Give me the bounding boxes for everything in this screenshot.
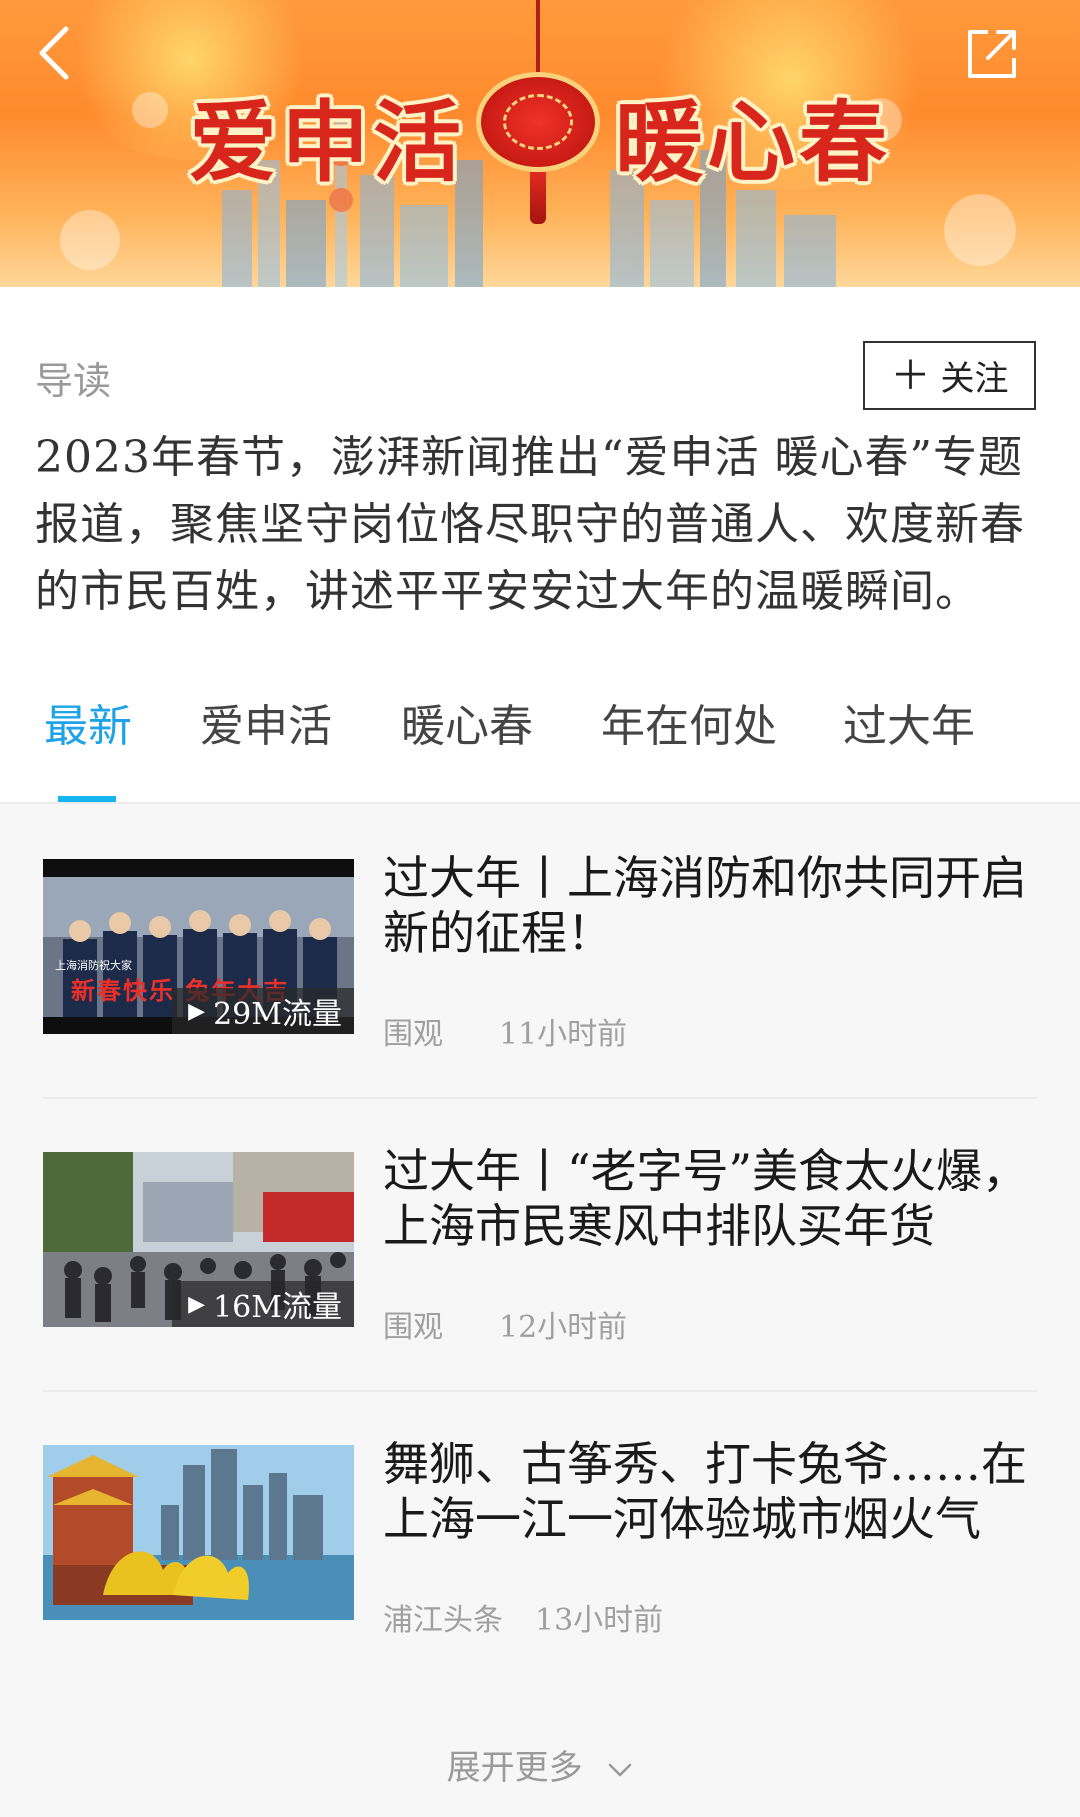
tab-nianzaihechu[interactable]: 年在何处 bbox=[601, 690, 777, 754]
list-item[interactable]: 舞狮、古筝秀、打卡兔爷……在上海一江一河体验城市烟火气 浦江头条 13小时前 bbox=[43, 1437, 1037, 1638]
plus-icon: ＋ bbox=[890, 352, 931, 399]
tab-guodanian[interactable]: 过大年 bbox=[843, 690, 975, 754]
video-thumbnail[interactable]: 上海消防祝大家 新春快乐 兔年大吉 ▶ 29M流量 bbox=[43, 859, 354, 1034]
banner-title: 爱申活 暖心春 bbox=[0, 72, 1080, 199]
list-divider bbox=[43, 1390, 1037, 1392]
play-icon: ▶ bbox=[188, 998, 206, 1024]
article-time: 12小时前 bbox=[499, 1310, 628, 1345]
video-thumbnail[interactable]: ▶ 16M流量 bbox=[43, 1152, 354, 1327]
expand-more-label: 展开更多 bbox=[446, 1748, 583, 1788]
chevron-down-icon bbox=[609, 1763, 632, 1777]
view-count: 16M流量 bbox=[213, 1290, 342, 1325]
article-meta: 围观 11小时前 bbox=[383, 1009, 627, 1053]
tab-nuanxinchun[interactable]: 暖心春 bbox=[401, 690, 533, 754]
huangpu-river-thumbnail-image bbox=[43, 1445, 354, 1620]
intro-text: 2023年春节，澎湃新闻推出“爱申活 暖心春”专题报道，聚焦坚守岗位恪尽职守的普… bbox=[35, 432, 1025, 617]
article-time: 11小时前 bbox=[499, 1017, 628, 1052]
expand-more-button[interactable]: 展开更多 bbox=[0, 1740, 1080, 1789]
view-count: 29M流量 bbox=[213, 997, 342, 1032]
article-time: 13小时前 bbox=[535, 1603, 664, 1638]
category-tabs: 最新 爱申活 暖心春 年在何处 过大年 bbox=[0, 690, 1080, 802]
list-item[interactable]: 上海消防祝大家 新春快乐 兔年大吉 ▶ 29M流量 过大年丨上海消防和你共同开启… bbox=[43, 851, 1037, 1052]
article-source: 围观 bbox=[383, 1310, 443, 1345]
article-meta: 浦江头条 13小时前 bbox=[383, 1595, 663, 1639]
topic-banner: 爱申活 暖心春 bbox=[0, 0, 1080, 287]
article-meta: 围观 12小时前 bbox=[383, 1302, 627, 1346]
article-title[interactable]: 过大年丨“老字号”美食太火爆，上海市民寒风中排队买年货 bbox=[383, 1144, 1037, 1254]
topic-page: 爱申活 暖心春 导读 ＋ 关注 2023年春节，澎湃新闻推出“爱申活 暖心春”专题… bbox=[0, 0, 1080, 1817]
tab-ai-shenhuo[interactable]: 爱申活 bbox=[200, 690, 332, 754]
list-item[interactable]: ▶ 16M流量 过大年丨“老字号”美食太火爆，上海市民寒风中排队买年货 围观 1… bbox=[43, 1144, 1037, 1345]
follow-label: 关注 bbox=[940, 359, 1009, 399]
tab-latest[interactable]: 最新 bbox=[44, 690, 132, 754]
banner-title-left: 爱申活 bbox=[188, 90, 465, 194]
chevron-left-icon bbox=[39, 26, 69, 80]
image-thumbnail[interactable] bbox=[43, 1445, 354, 1620]
article-title[interactable]: 舞狮、古筝秀、打卡兔爷……在上海一江一河体验城市烟火气 bbox=[383, 1437, 1037, 1547]
article-source: 围观 bbox=[383, 1017, 443, 1052]
article-source: 浦江头条 bbox=[383, 1603, 503, 1638]
banner-title-right: 暖心春 bbox=[615, 90, 892, 194]
article-list: 上海消防祝大家 新春快乐 兔年大吉 ▶ 29M流量 过大年丨上海消防和你共同开启… bbox=[0, 804, 1080, 1817]
play-icon: ▶ bbox=[188, 1291, 206, 1317]
article-title[interactable]: 过大年丨上海消防和你共同开启新的征程！ bbox=[383, 851, 1037, 961]
intro-label: 导读 bbox=[35, 359, 112, 403]
back-button[interactable] bbox=[26, 18, 82, 88]
view-count-badge: ▶ 29M流量 bbox=[172, 988, 354, 1034]
share-button[interactable] bbox=[960, 22, 1024, 86]
share-external-icon bbox=[968, 30, 1016, 78]
view-count-badge: ▶ 16M流量 bbox=[172, 1281, 354, 1327]
list-divider bbox=[43, 1097, 1037, 1099]
follow-button[interactable]: ＋ 关注 bbox=[863, 341, 1036, 410]
